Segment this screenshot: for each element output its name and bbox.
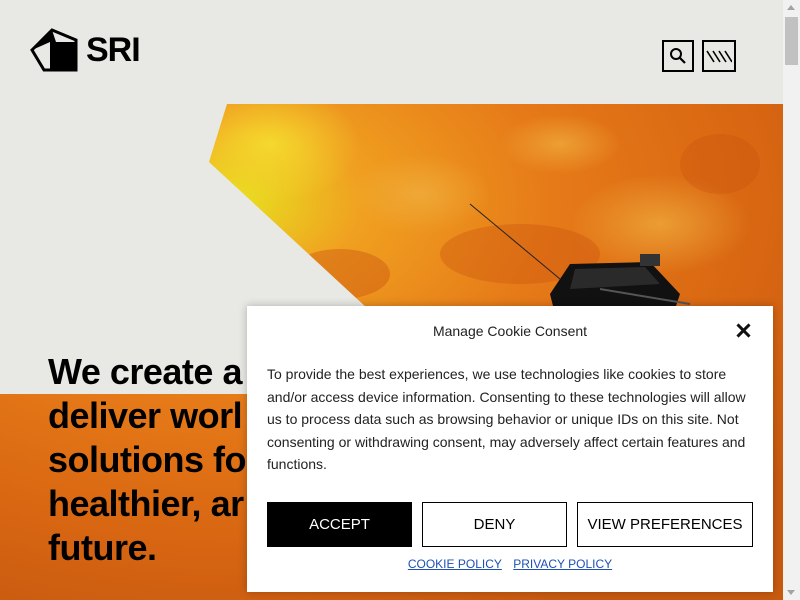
- close-icon[interactable]: [733, 320, 755, 342]
- scroll-down-arrow-icon[interactable]: [787, 590, 795, 595]
- search-button[interactable]: [662, 40, 694, 72]
- view-preferences-button[interactable]: VIEW PREFERENCES: [577, 502, 753, 547]
- cookie-dialog-title: Manage Cookie Consent: [432, 323, 588, 339]
- slanted-lines-menu-icon: [706, 50, 732, 63]
- sri-logo-mark: [30, 28, 78, 72]
- vertical-scrollbar[interactable]: [783, 0, 800, 600]
- cookie-dialog-body: To provide the best experiences, we use …: [267, 366, 746, 472]
- cookie-policy-links: COOKIE POLICY PRIVACY POLICY: [247, 557, 773, 571]
- cookie-consent-dialog: Manage Cookie Consent To provide the bes…: [247, 306, 773, 592]
- sri-logo[interactable]: SRI: [30, 28, 141, 72]
- scroll-thumb[interactable]: [785, 17, 798, 65]
- deny-button[interactable]: DENY: [422, 502, 567, 547]
- privacy-policy-link[interactable]: PRIVACY POLICY: [513, 557, 612, 571]
- logo-text: SRI: [86, 31, 141, 69]
- cookie-policy-link[interactable]: COOKIE POLICY: [408, 557, 502, 571]
- accept-button[interactable]: ACCEPT: [267, 502, 412, 547]
- menu-button[interactable]: [702, 40, 736, 72]
- search-icon: [670, 48, 686, 64]
- scroll-up-arrow-icon[interactable]: [787, 5, 795, 10]
